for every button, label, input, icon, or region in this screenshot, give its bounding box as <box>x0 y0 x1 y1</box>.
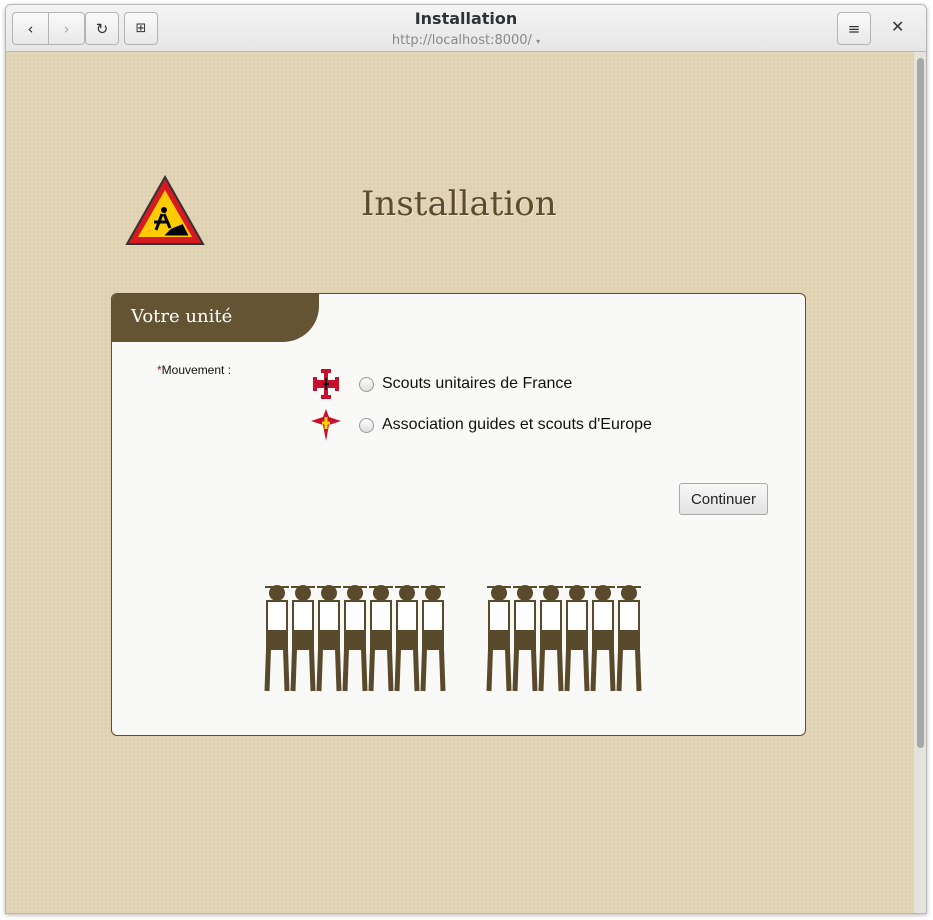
scrollbar-track[interactable] <box>914 52 926 913</box>
window-title: Installation <box>414 9 518 28</box>
option-label: Scouts unitaires de France <box>382 375 573 392</box>
close-button[interactable]: ✕ <box>891 17 904 36</box>
radio-suf[interactable] <box>359 376 374 392</box>
unit-form-card: Votre unité *Mouvement : Scouts unitaire… <box>111 293 806 736</box>
continue-button[interactable]: Continuer <box>679 483 768 515</box>
field-label-text: Mouvement : <box>161 363 232 377</box>
page-content: Installation Votre unité *Mouvement : Sc… <box>6 52 926 913</box>
card-title: Votre unité <box>112 294 319 342</box>
option-agse[interactable]: Association guides et scouts d'Europe <box>311 409 652 441</box>
url-bar[interactable]: http://localhost:8000/ ▾ <box>6 33 926 48</box>
header-bar: ‹ › ↻ ⊞ Installation http://localhost:80… <box>6 5 926 52</box>
menu-button[interactable]: ≡ <box>837 12 871 45</box>
dropdown-icon: ▾ <box>536 37 541 46</box>
browser-window: ‹ › ↻ ⊞ Installation http://localhost:80… <box>5 4 927 914</box>
radio-agse[interactable] <box>359 417 374 433</box>
option-suf[interactable]: Scouts unitaires de France <box>311 369 572 399</box>
mouvement-label: *Mouvement : <box>157 363 231 377</box>
option-label: Association guides et scouts d'Europe <box>382 416 652 433</box>
suf-cross-logo-icon <box>313 369 339 399</box>
menu-icon: ≡ <box>847 19 861 38</box>
page-title: Installation <box>361 184 557 224</box>
roadwork-warning-icon <box>125 174 205 245</box>
scouts-illustration <box>264 579 667 699</box>
scrollbar-thumb[interactable] <box>917 58 924 748</box>
agse-cross-logo-icon <box>311 409 341 441</box>
url-text: http://localhost:8000/ <box>391 33 532 48</box>
